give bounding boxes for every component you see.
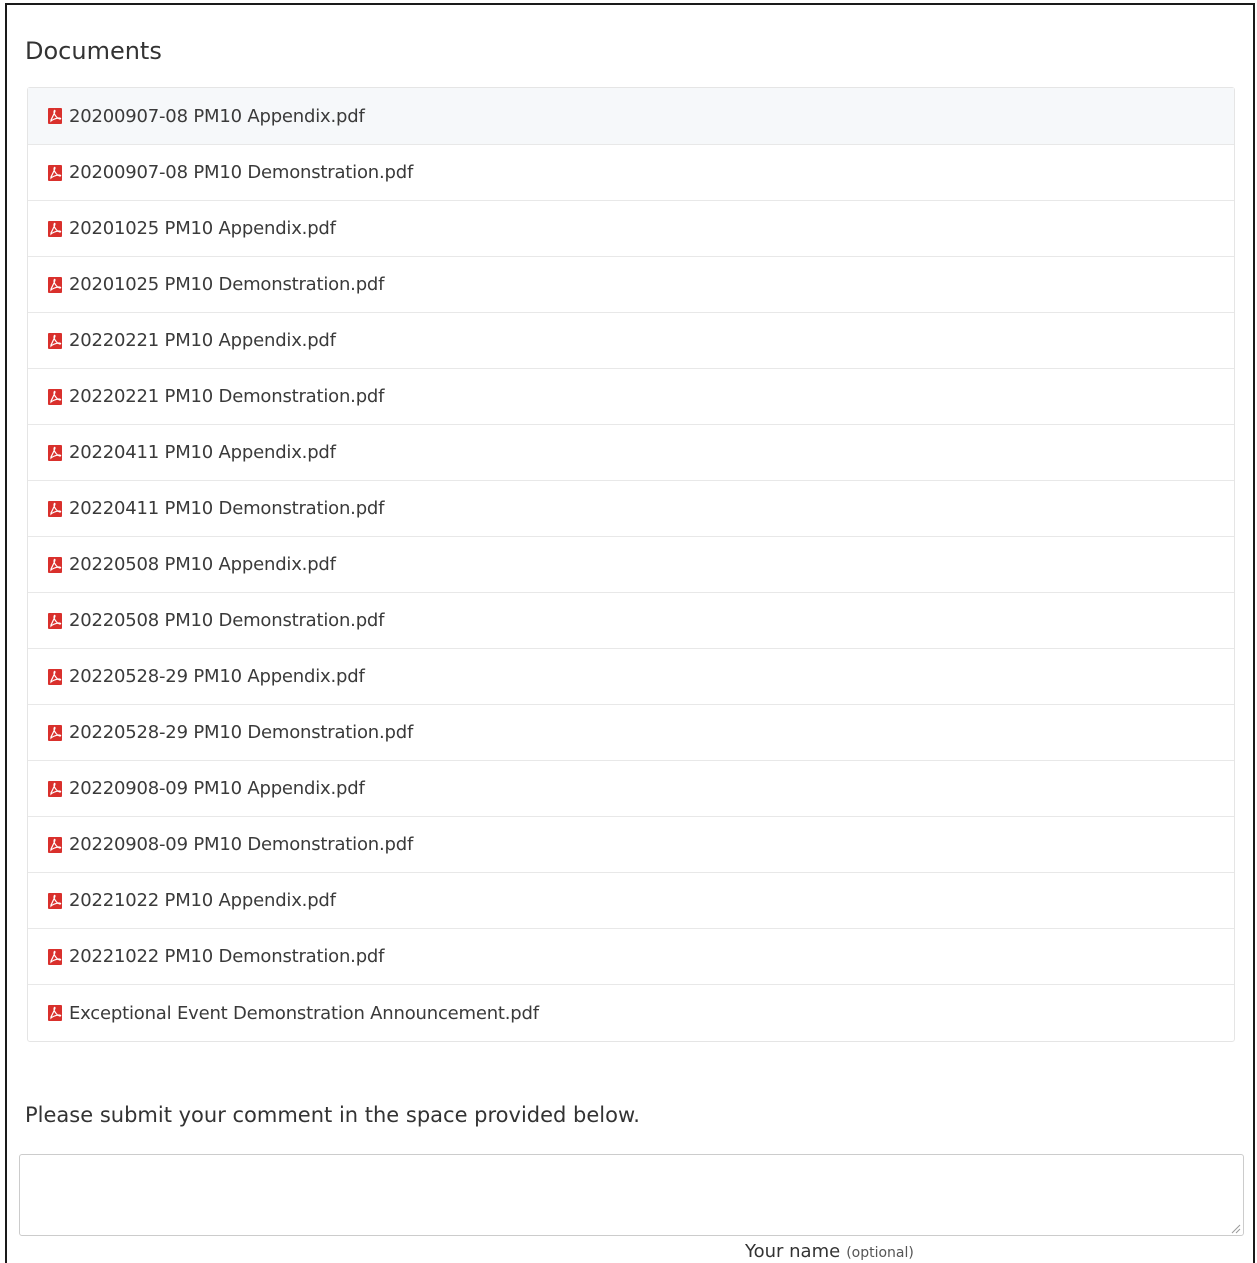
document-name: 20220528-29 PM10 Demonstration.pdf bbox=[69, 722, 414, 743]
document-link[interactable]: 20221022 PM10 Demonstration.pdf bbox=[28, 929, 1234, 985]
pdf-icon bbox=[48, 668, 62, 685]
resize-handle-icon[interactable] bbox=[1229, 1222, 1241, 1234]
document-link[interactable]: 20220908-09 PM10 Demonstration.pdf bbox=[28, 817, 1234, 873]
pdf-icon bbox=[48, 276, 62, 293]
comment-prompt: Please submit your comment in the space … bbox=[25, 1103, 640, 1127]
document-link[interactable]: 20220508 PM10 Demonstration.pdf bbox=[28, 593, 1234, 649]
document-link[interactable]: 20220221 PM10 Appendix.pdf bbox=[28, 313, 1234, 369]
page-frame: Documents 20200907-08 PM10 Appendix.pdf 2… bbox=[5, 3, 1255, 1263]
document-link[interactable]: 20200907-08 PM10 Appendix.pdf bbox=[28, 88, 1234, 145]
pdf-icon bbox=[48, 724, 62, 741]
document-name: 20220508 PM10 Demonstration.pdf bbox=[69, 610, 385, 631]
comment-textarea[interactable] bbox=[19, 1154, 1244, 1236]
document-name: 20220908-09 PM10 Demonstration.pdf bbox=[69, 834, 414, 855]
document-link[interactable]: 20201025 PM10 Appendix.pdf bbox=[28, 201, 1234, 257]
document-link[interactable]: 20220528-29 PM10 Appendix.pdf bbox=[28, 649, 1234, 705]
optional-hint: (optional) bbox=[846, 1245, 914, 1261]
pdf-icon bbox=[48, 780, 62, 797]
pdf-icon bbox=[48, 892, 62, 909]
pdf-icon bbox=[48, 332, 62, 349]
document-name: Exceptional Event Demonstration Announce… bbox=[69, 1002, 539, 1024]
pdf-icon bbox=[48, 220, 62, 237]
document-name: 20201025 PM10 Demonstration.pdf bbox=[69, 274, 385, 295]
your-name-label: Your name (optional) bbox=[745, 1241, 914, 1262]
document-link[interactable]: 20200907-08 PM10 Demonstration.pdf bbox=[28, 145, 1234, 201]
pdf-icon bbox=[48, 1005, 62, 1021]
document-name: 20200907-08 PM10 Appendix.pdf bbox=[69, 105, 365, 127]
pdf-icon bbox=[48, 444, 62, 461]
pdf-icon bbox=[48, 388, 62, 405]
pdf-icon bbox=[48, 164, 62, 181]
pdf-icon bbox=[48, 948, 62, 965]
documents-list: 20200907-08 PM10 Appendix.pdf 20200907-08… bbox=[27, 87, 1235, 1042]
document-name: 20201025 PM10 Appendix.pdf bbox=[69, 218, 336, 239]
document-link[interactable]: 20220221 PM10 Demonstration.pdf bbox=[28, 369, 1234, 425]
document-name: 20220508 PM10 Appendix.pdf bbox=[69, 554, 336, 575]
pdf-icon bbox=[48, 500, 62, 517]
document-link[interactable]: Exceptional Event Demonstration Announce… bbox=[28, 985, 1234, 1041]
document-name: 20220908-09 PM10 Appendix.pdf bbox=[69, 778, 365, 799]
document-name: 20220221 PM10 Appendix.pdf bbox=[69, 330, 336, 351]
document-name: 20221022 PM10 Appendix.pdf bbox=[69, 890, 336, 911]
document-name: 20220411 PM10 Appendix.pdf bbox=[69, 442, 336, 463]
documents-heading: Documents bbox=[25, 37, 162, 65]
document-link[interactable]: 20220411 PM10 Appendix.pdf bbox=[28, 425, 1234, 481]
document-link[interactable]: 20201025 PM10 Demonstration.pdf bbox=[28, 257, 1234, 313]
document-name: 20220221 PM10 Demonstration.pdf bbox=[69, 386, 385, 407]
pdf-icon bbox=[48, 612, 62, 629]
document-name: 20221022 PM10 Demonstration.pdf bbox=[69, 946, 385, 967]
document-link[interactable]: 20220508 PM10 Appendix.pdf bbox=[28, 537, 1234, 593]
pdf-icon bbox=[48, 108, 62, 124]
your-name-text: Your name bbox=[745, 1241, 841, 1262]
document-link[interactable]: 20220908-09 PM10 Appendix.pdf bbox=[28, 761, 1234, 817]
document-name: 20220528-29 PM10 Appendix.pdf bbox=[69, 666, 365, 687]
pdf-icon bbox=[48, 836, 62, 853]
document-name: 20200907-08 PM10 Demonstration.pdf bbox=[69, 162, 414, 183]
document-link[interactable]: 20221022 PM10 Appendix.pdf bbox=[28, 873, 1234, 929]
document-link[interactable]: 20220528-29 PM10 Demonstration.pdf bbox=[28, 705, 1234, 761]
document-name: 20220411 PM10 Demonstration.pdf bbox=[69, 498, 385, 519]
pdf-icon bbox=[48, 556, 62, 573]
document-link[interactable]: 20220411 PM10 Demonstration.pdf bbox=[28, 481, 1234, 537]
